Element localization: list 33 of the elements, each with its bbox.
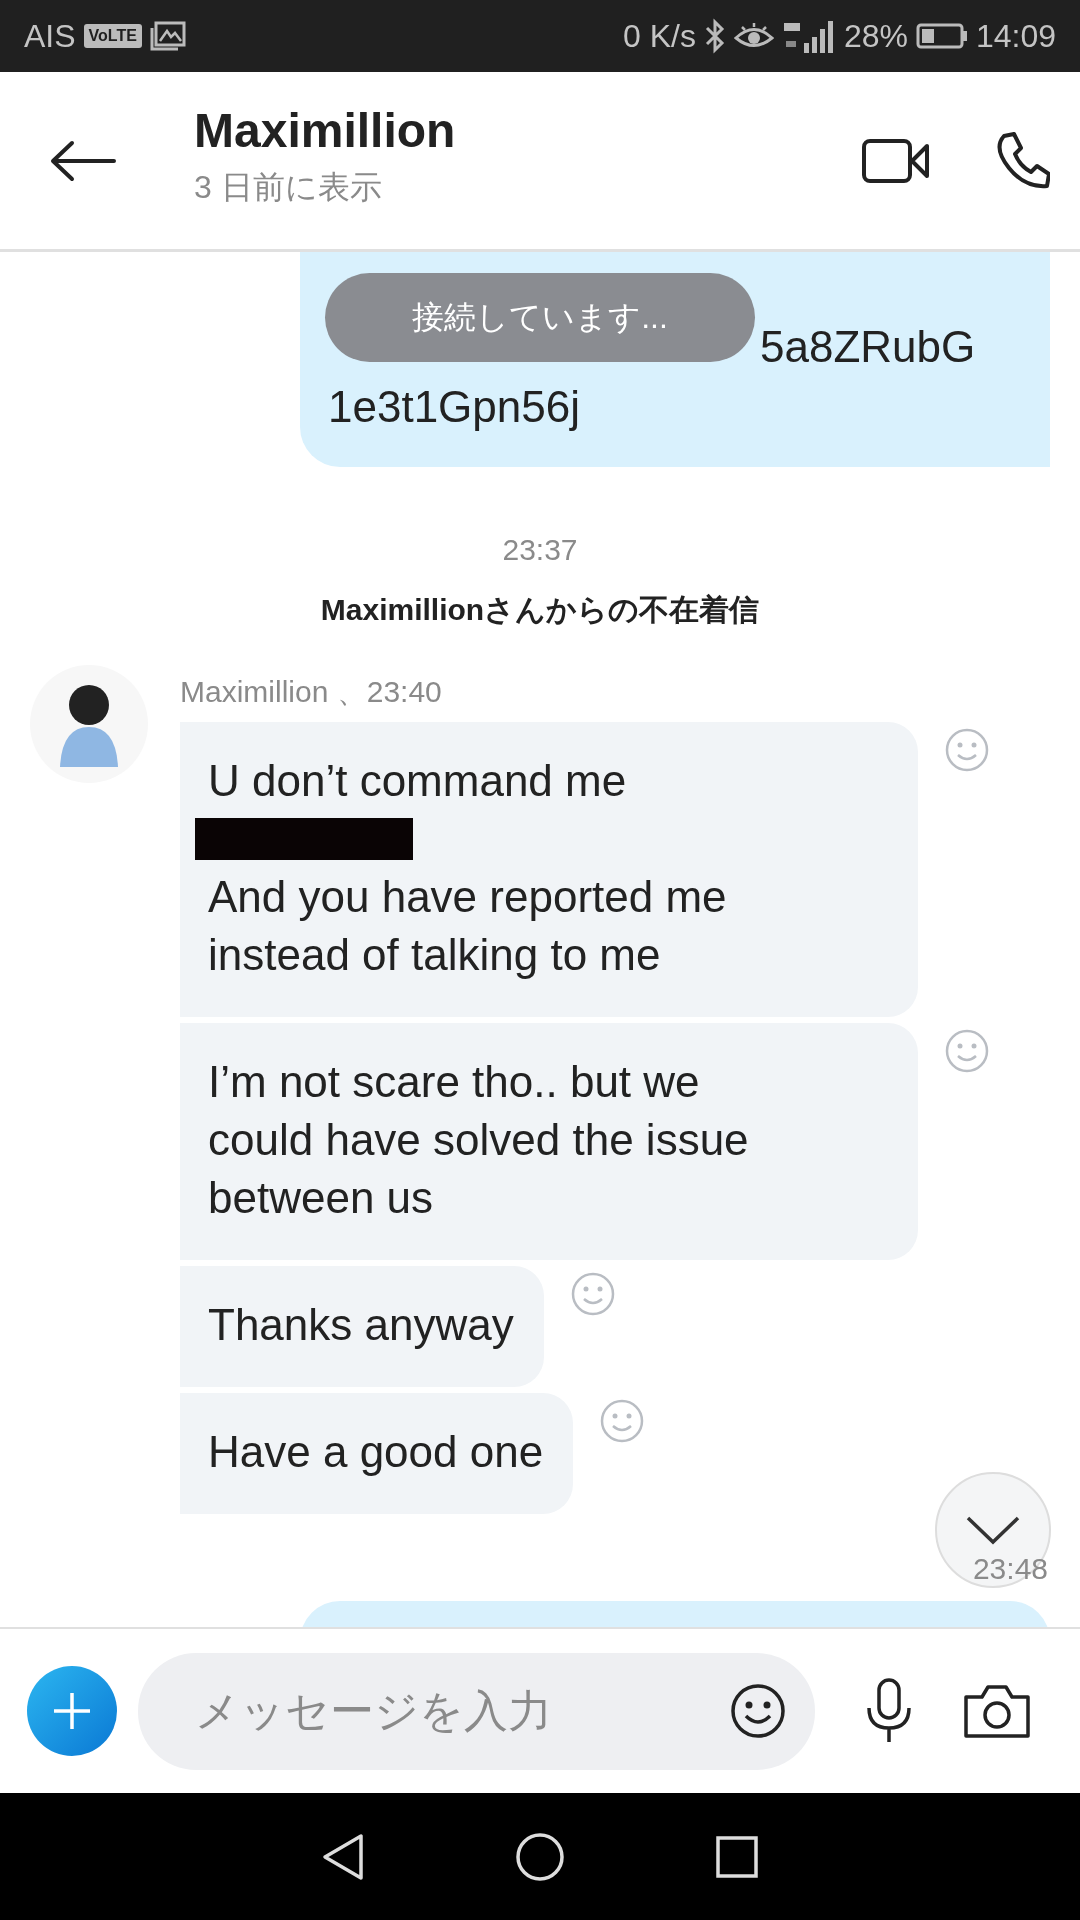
phone-icon[interactable] — [996, 131, 1050, 190]
smiley-icon[interactable] — [730, 1682, 786, 1739]
network-speed: 0 K/s — [622, 17, 696, 55]
back-arrow-icon[interactable] — [50, 139, 116, 182]
bluetooth-icon — [703, 18, 726, 54]
home-nav-icon[interactable] — [515, 1831, 565, 1882]
message-field[interactable]: メッセージを入力 — [138, 1652, 815, 1770]
battery-icon — [915, 23, 968, 49]
timestamp: 23:48 — [971, 1551, 1049, 1587]
chevron-down-icon — [965, 1515, 1021, 1545]
sender-line: Maximillion 、23:40 — [180, 674, 443, 710]
missed-call-notice: Maximillionさんからの不在着信 — [319, 592, 761, 628]
last-seen: 3 日前に表示 — [194, 168, 383, 207]
message-text: Thanks anyway — [208, 1299, 514, 1351]
gallery-icon — [149, 21, 186, 51]
connecting-toast: 接続しています... — [325, 273, 755, 362]
message-text: Have a good one — [208, 1426, 544, 1478]
message-text: I’m not scare tho.. but we could have solved the issue between us — [208, 1056, 750, 1224]
message-text: U don’t command me — [208, 755, 628, 807]
plus-icon — [52, 1691, 92, 1731]
signal-icon — [781, 19, 836, 53]
back-nav-icon[interactable] — [321, 1832, 365, 1881]
recents-nav-icon[interactable] — [715, 1834, 759, 1879]
camera-icon[interactable] — [963, 1683, 1031, 1739]
microphone-icon[interactable] — [865, 1678, 913, 1744]
video-call-icon[interactable] — [862, 136, 930, 185]
message-text: And you have reported me instead of talking to me — [208, 871, 728, 981]
contact-name: Maximillion — [194, 103, 457, 158]
clock: 14:09 — [975, 17, 1056, 55]
carrier-name: AIS — [24, 17, 76, 55]
battery-percent: 28% — [843, 17, 908, 55]
volte-badge: VoLTE — [83, 24, 142, 48]
timestamp: 23:37 — [501, 532, 579, 568]
